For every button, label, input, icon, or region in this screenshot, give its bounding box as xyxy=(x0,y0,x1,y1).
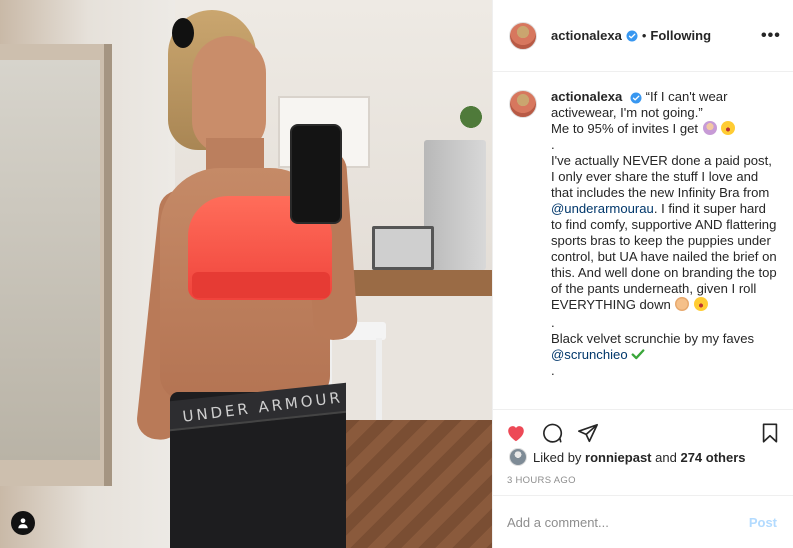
author-username[interactable]: actionalexa xyxy=(551,28,622,43)
caption-paragraph-1a: I've actually NEVER done a paid post, I … xyxy=(551,153,772,200)
mention-underarmourau[interactable]: @underarmourau xyxy=(551,201,654,216)
comment-button[interactable] xyxy=(541,415,577,451)
caption-line-2: Me to 95% of invites I get xyxy=(551,121,699,136)
comment-input[interactable] xyxy=(507,514,749,530)
check-mark-emoji-icon xyxy=(631,349,645,360)
share-button[interactable] xyxy=(577,415,613,451)
following-button[interactable]: Following xyxy=(650,28,711,43)
photo-mirror xyxy=(0,60,100,460)
comment-icon xyxy=(543,423,563,443)
heart-filled-icon xyxy=(508,425,524,441)
post-header: actionalexa • Following ••• xyxy=(493,0,793,72)
laughing-emoji-icon xyxy=(721,121,736,135)
post-photo[interactable]: UNDER ARMOUR xyxy=(0,0,492,548)
caption-dot-3: . xyxy=(551,363,555,378)
comments-list: actionalexa “If I can't wear activewear,… xyxy=(493,73,793,409)
share-paper-plane-icon xyxy=(578,423,598,442)
verified-badge-icon xyxy=(626,30,638,41)
comment-form: Post xyxy=(493,495,793,548)
caption-dot-2: . xyxy=(551,315,555,330)
liker-avatar[interactable] xyxy=(509,448,527,466)
photo-person: UNDER ARMOUR xyxy=(135,0,390,548)
mention-scrunchieo[interactable]: @scrunchieo xyxy=(551,347,628,362)
post-actions-bar xyxy=(493,409,793,449)
caption-username[interactable]: actionalexa xyxy=(551,89,622,104)
photo-scrunchie xyxy=(172,18,194,48)
header-separator: • xyxy=(641,28,647,43)
likes-others-link[interactable]: 274 others xyxy=(680,450,745,465)
caption-paragraph-1b: . I find it super hard to find comfy, su… xyxy=(551,201,777,312)
save-button[interactable] xyxy=(753,415,781,451)
caption-text: actionalexa “If I can't wear activewear,… xyxy=(551,89,777,379)
caption-dot-1: . xyxy=(551,137,555,152)
caption-author-avatar[interactable] xyxy=(509,90,537,118)
likes-joiner: and xyxy=(655,449,677,465)
tagged-users-button[interactable] xyxy=(11,511,35,535)
liker-username[interactable]: ronniepast xyxy=(585,450,651,465)
caption-item: actionalexa “If I can't wear activewear,… xyxy=(509,89,777,379)
post-sidebar: actionalexa • Following ••• actionalexa … xyxy=(492,0,793,548)
user-icon xyxy=(18,518,28,529)
photo-phone xyxy=(290,124,342,224)
bookmark-icon xyxy=(762,422,778,443)
like-button[interactable] xyxy=(505,415,541,451)
photo-face xyxy=(192,36,266,154)
verified-badge-icon xyxy=(630,92,642,104)
post-comment-button[interactable]: Post xyxy=(749,515,777,530)
author-avatar[interactable] xyxy=(509,21,537,50)
photo-plant xyxy=(454,100,488,134)
ok-hand-emoji-icon xyxy=(675,297,690,311)
rolling-laughing-emoji-icon xyxy=(694,297,709,311)
more-horizontal-icon[interactable]: ••• xyxy=(761,27,780,44)
caption-paragraph-2: Black velvet scrunchie by my faves xyxy=(551,331,755,346)
likes-prefix: Liked by xyxy=(533,449,582,465)
woman-shrugging-emoji-icon xyxy=(702,121,717,135)
likes-summary: Liked by ronniepast and 274 others xyxy=(509,447,746,467)
post-timestamp[interactable]: 3 HOURS AGO xyxy=(507,475,576,486)
